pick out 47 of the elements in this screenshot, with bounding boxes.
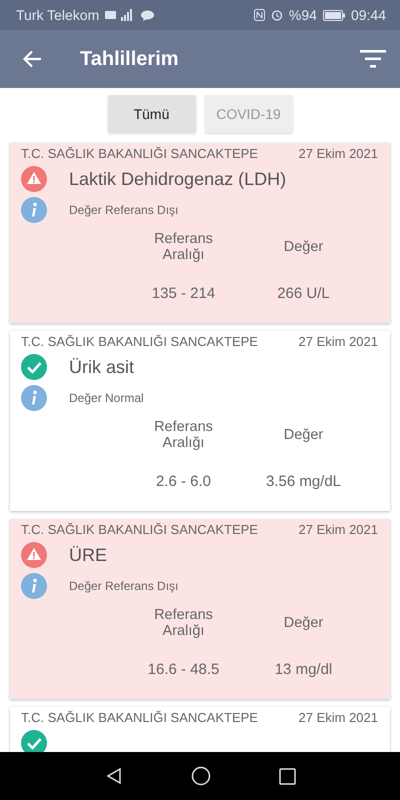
test-name: Laktik Dehidrogenaz (LDH) (69, 168, 286, 190)
institution-name: T.C. SAĞLIK BAKANLIĞI SANCAKTEPE (21, 710, 258, 725)
recents-icon[interactable] (278, 768, 296, 784)
info-icon (21, 385, 47, 411)
reference-range: 2.6 - 6.0 (154, 473, 212, 490)
result-card[interactable]: T.C. SAĞLIK BAKANLIĞI SANCAKTEPE 27 Ekim 2021 Laktik Dehidrogenaz (LDH) Değer Referans Dışı Referans Aralığı Değer 135 - 214 266 U/L (10, 143, 390, 323)
alarm-icon (270, 9, 283, 21)
result-date: 27 Ekim 2021 (298, 146, 378, 161)
nfc-icon (254, 9, 265, 21)
battery-percent: %94 (288, 7, 317, 23)
institution-name: T.C. SAĞLIK BAKANLIĞI SANCAKTEPE (21, 522, 258, 537)
result-value: 266 U/L (276, 285, 331, 302)
reference-range: 135 - 214 (150, 285, 216, 302)
info-icon (21, 573, 47, 599)
battery-icon (322, 10, 345, 20)
test-name: ÜRE (69, 544, 108, 566)
institution-name: T.C. SAĞLIK BAKANLIĞI SANCAKTEPE (21, 334, 258, 349)
home-icon[interactable] (190, 766, 210, 786)
column-label: Değer (282, 239, 324, 255)
status-note: Değer Referans Dışı (69, 203, 178, 217)
clock: 09:44 (350, 7, 386, 23)
result-value: 3.56 mg/dL (264, 473, 342, 490)
screen-title: Tahlillerim (80, 48, 179, 70)
status-note: Değer Referans Dışı (69, 579, 178, 593)
result-date: 27 Ekim 2021 (298, 710, 378, 725)
result-date: 27 Ekim 2021 (298, 522, 378, 537)
result-card[interactable]: T.C. SAĞLIK BAKANLIĞI SANCAKTEPE 27 Ekim 2021 Ürik asit Değer Normal Referans Aralığı Değer 2.6 - 6.0 3.56 mg/dL (10, 331, 390, 511)
result-value: 13 mg/dl (274, 661, 334, 678)
info-icon (21, 197, 47, 223)
column-label: Referans Aralığı (153, 419, 214, 451)
column-label: Referans Aralığı (153, 231, 214, 263)
carrier-name: Turk Telekom (16, 7, 100, 23)
result-card[interactable]: T.C. SAĞLIK BAKANLIĞI SANCAKTEPE 27 Ekim 2021 (10, 707, 390, 752)
result-date: 27 Ekim 2021 (298, 334, 378, 349)
result-card[interactable]: T.C. SAĞLIK BAKANLIĞI SANCAKTEPE 27 Ekim 2021 ÜRE Değer Referans Dışı Referans Aralığı Değer 16.6 - 48.5 13 mg/dl (10, 519, 390, 699)
column-label: Değer (282, 615, 324, 631)
column-label: Değer (282, 427, 324, 443)
message-icon (141, 10, 154, 20)
status-note: Değer Normal (69, 391, 144, 405)
column-label: Referans Aralığı (153, 607, 214, 639)
back-icon[interactable] (104, 767, 122, 785)
back-arrow-icon[interactable] (22, 50, 42, 68)
filter-tab[interactable]: Tümü (108, 95, 196, 133)
reference-range: 16.6 - 48.5 (146, 661, 220, 678)
filter-icon[interactable] (360, 50, 386, 68)
institution-name: T.C. SAĞLIK BAKANLIĞI SANCAKTEPE (21, 146, 258, 161)
test-name: Ürik asit (69, 356, 134, 378)
